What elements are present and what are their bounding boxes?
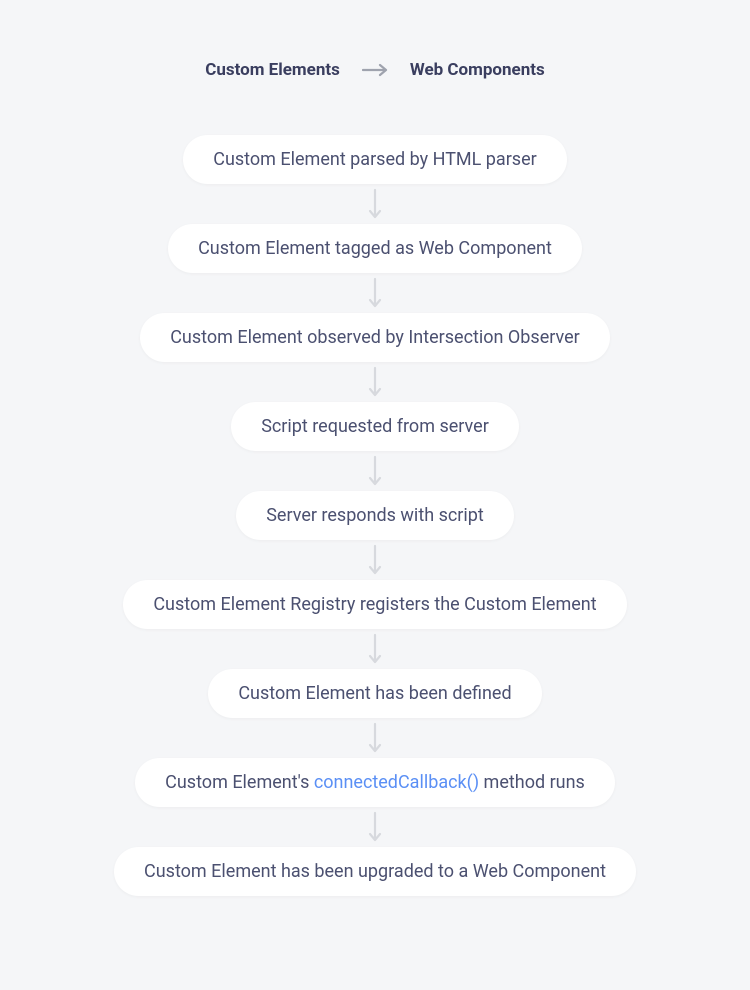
flow-step: Custom Element tagged as Web Component	[168, 224, 582, 273]
step-text: Custom Element has been defined	[238, 683, 511, 704]
header-right-label: Web Components	[410, 60, 545, 80]
step-text: Custom Element has been upgraded to a We…	[144, 861, 606, 882]
step-text: Script requested from server	[261, 416, 489, 437]
flow-step: Custom Element has been defined	[208, 669, 541, 718]
arrow-down-icon	[368, 718, 382, 758]
arrow-down-icon	[368, 184, 382, 224]
step-text: Server responds with script	[266, 505, 484, 526]
step-text: Custom Element observed by Intersection …	[170, 327, 580, 348]
arrow-right-icon	[362, 63, 388, 77]
step-text: Custom Element Registry registers the Cu…	[153, 594, 596, 615]
flow-step: Custom Element's connectedCallback() met…	[135, 758, 615, 807]
flow-step: Server responds with script	[236, 491, 514, 540]
header-left-label: Custom Elements	[205, 60, 340, 80]
flow-step: Script requested from server	[231, 402, 519, 451]
step-text: Custom Element parsed by HTML parser	[213, 149, 537, 170]
step-text: Custom Element's connectedCallback() met…	[165, 772, 585, 793]
arrow-down-icon	[368, 362, 382, 402]
steps-container: Custom Element parsed by HTML parser Cus…	[114, 135, 636, 896]
step-text: Custom Element tagged as Web Component	[198, 238, 552, 259]
arrow-down-icon	[368, 807, 382, 847]
flow-step: Custom Element Registry registers the Cu…	[123, 580, 626, 629]
arrow-down-icon	[368, 540, 382, 580]
flow-step: Custom Element observed by Intersection …	[140, 313, 610, 362]
diagram-header: Custom Elements Web Components	[205, 60, 545, 80]
flow-step: Custom Element has been upgraded to a We…	[114, 847, 636, 896]
arrow-down-icon	[368, 629, 382, 669]
highlighted-text: connectedCallback()	[314, 772, 479, 793]
arrow-down-icon	[368, 451, 382, 491]
arrow-down-icon	[368, 273, 382, 313]
flow-step: Custom Element parsed by HTML parser	[183, 135, 567, 184]
